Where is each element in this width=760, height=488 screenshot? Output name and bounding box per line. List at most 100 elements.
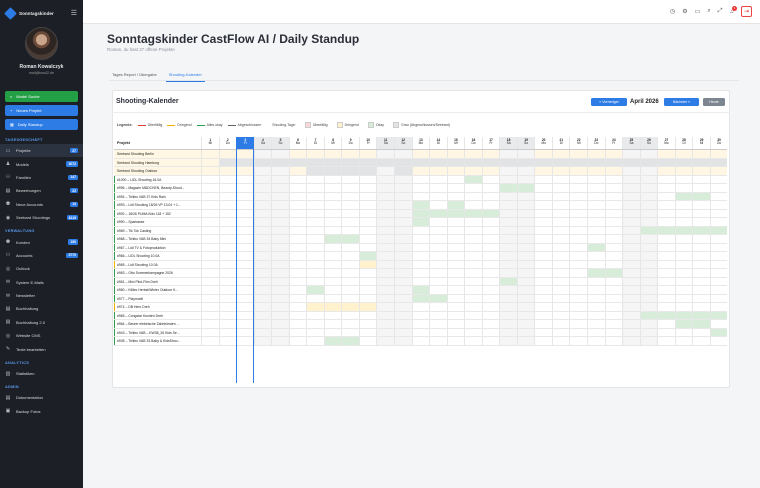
day-cell[interactable] xyxy=(604,150,623,158)
project-row[interactable]: Seebard Shooting Hamburg xyxy=(114,158,728,167)
day-cell[interactable] xyxy=(709,218,728,226)
day-cell[interactable] xyxy=(464,328,482,336)
day-cell[interactable] xyxy=(551,150,570,158)
day-cell[interactable] xyxy=(551,260,570,268)
day-cell[interactable] xyxy=(569,184,587,192)
day-cell[interactable] xyxy=(288,235,307,243)
day-cell[interactable] xyxy=(341,337,359,345)
day-cell[interactable] xyxy=(534,226,552,234)
day-cell[interactable] xyxy=(464,286,482,294)
day-cell[interactable] xyxy=(709,311,728,319)
day-cell[interactable] xyxy=(358,192,377,200)
day-cell[interactable] xyxy=(499,303,517,311)
day-cell[interactable] xyxy=(516,260,535,268)
day-cell[interactable] xyxy=(499,209,517,217)
day-cell[interactable] xyxy=(692,252,710,260)
day-cell[interactable] xyxy=(411,252,430,260)
day-cell[interactable] xyxy=(288,269,307,277)
day-cell[interactable] xyxy=(288,328,307,336)
day-cell[interactable] xyxy=(516,286,535,294)
day-cell[interactable] xyxy=(516,311,535,319)
day-cell[interactable] xyxy=(236,158,254,166)
day-cell[interactable] xyxy=(218,175,237,183)
day-cell[interactable] xyxy=(429,277,447,285)
day-cell[interactable] xyxy=(674,260,693,268)
day-cell[interactable] xyxy=(604,320,623,328)
quick-button-1[interactable]: + Neues Projekt xyxy=(5,105,78,116)
day-cell[interactable] xyxy=(551,303,570,311)
day-cell[interactable] xyxy=(358,320,377,328)
day-cell[interactable] xyxy=(604,277,623,285)
day-cell[interactable] xyxy=(306,277,324,285)
day-cell[interactable] xyxy=(657,328,675,336)
day-cell[interactable] xyxy=(516,150,535,158)
day-cell[interactable] xyxy=(323,192,342,200)
day-header[interactable]: 11 Sa xyxy=(376,137,395,149)
day-cell[interactable] xyxy=(236,328,254,336)
day-cell[interactable] xyxy=(657,311,675,319)
day-cell[interactable] xyxy=(534,175,552,183)
day-cell[interactable] xyxy=(306,294,324,302)
day-cell[interactable] xyxy=(657,252,675,260)
day-cell[interactable] xyxy=(692,294,710,302)
day-cell[interactable] xyxy=(218,167,237,175)
day-cell[interactable] xyxy=(271,201,289,209)
day-cell[interactable] xyxy=(604,252,623,260)
day-cell[interactable] xyxy=(376,252,395,260)
day-cell[interactable] xyxy=(709,328,728,336)
day-cell[interactable] xyxy=(587,184,605,192)
day-cell[interactable] xyxy=(323,167,342,175)
day-cell[interactable] xyxy=(516,294,535,302)
day-cell[interactable] xyxy=(201,328,219,336)
day-cell[interactable] xyxy=(218,209,237,217)
day-cell[interactable] xyxy=(394,294,412,302)
day-cell[interactable] xyxy=(639,303,658,311)
day-cell[interactable] xyxy=(288,337,307,345)
day-cell[interactable] xyxy=(516,184,535,192)
day-cell[interactable] xyxy=(534,311,552,319)
day-cell[interactable] xyxy=(569,294,587,302)
day-cell[interactable] xyxy=(376,201,395,209)
day-cell[interactable] xyxy=(271,328,289,336)
day-cell[interactable] xyxy=(534,260,552,268)
day-cell[interactable] xyxy=(201,218,219,226)
day-cell[interactable] xyxy=(446,337,465,345)
day-cell[interactable] xyxy=(376,226,395,234)
day-cell[interactable] xyxy=(376,294,395,302)
sidebar-item-seebard-shootings[interactable]: ◉ Seebard Shootings 6119 xyxy=(0,211,83,224)
day-cell[interactable] xyxy=(394,320,412,328)
day-header[interactable]: 30 Do xyxy=(709,137,728,149)
sidebar-item-familien[interactable]: ⚇ Familien 147 xyxy=(0,171,83,184)
day-cell[interactable] xyxy=(218,337,237,345)
project-row[interactable]: Seebard Shooting Berlin xyxy=(114,150,728,159)
day-cell[interactable] xyxy=(622,311,640,319)
day-cell[interactable] xyxy=(358,337,377,345)
day-cell[interactable] xyxy=(446,226,465,234)
day-cell[interactable] xyxy=(551,235,570,243)
day-header[interactable]: 24 Fr xyxy=(604,137,623,149)
day-cell[interactable] xyxy=(429,294,447,302)
day-cell[interactable] xyxy=(499,192,517,200)
day-cell[interactable] xyxy=(323,311,342,319)
day-cell[interactable] xyxy=(709,209,728,217)
day-cell[interactable] xyxy=(358,286,377,294)
day-cell[interactable] xyxy=(534,337,552,345)
project-name[interactable]: #966 – LIDL Shooting 10.0A xyxy=(114,252,201,260)
day-cell[interactable] xyxy=(306,243,324,251)
day-cell[interactable] xyxy=(604,209,623,217)
day-cell[interactable] xyxy=(358,260,377,268)
day-cell[interactable] xyxy=(306,260,324,268)
day-cell[interactable] xyxy=(622,209,640,217)
day-cell[interactable] xyxy=(516,243,535,251)
day-cell[interactable] xyxy=(709,175,728,183)
day-cell[interactable] xyxy=(657,286,675,294)
day-cell[interactable] xyxy=(481,226,500,234)
day-cell[interactable] xyxy=(253,294,272,302)
day-cell[interactable] xyxy=(446,277,465,285)
day-cell[interactable] xyxy=(323,158,342,166)
day-cell[interactable] xyxy=(358,226,377,234)
day-cell[interactable] xyxy=(569,277,587,285)
project-row[interactable]: #974 – DB Hero Dreh xyxy=(114,303,728,312)
day-cell[interactable] xyxy=(253,269,272,277)
project-row[interactable]: #994 – Tchibo VAB 37 Kids Rain xyxy=(114,192,728,201)
